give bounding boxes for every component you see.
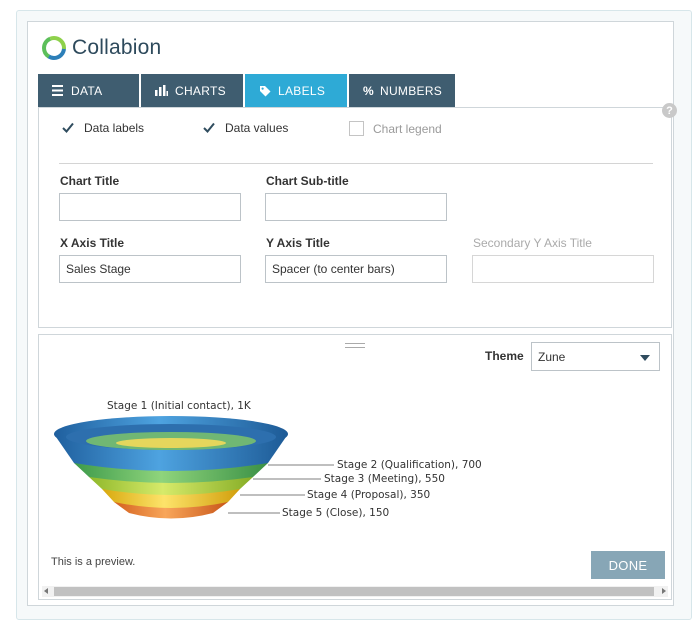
y-axis-title-label: Y Axis Title	[266, 236, 330, 250]
done-button[interactable]: DONE	[591, 551, 665, 579]
bar-chart-icon	[155, 85, 168, 96]
editor-tabs: DATA CHARTS LABELS % NUMBERS	[38, 74, 457, 107]
labels-settings-panel: ? Data labels Data values Chart legend C…	[38, 103, 677, 328]
chart-legend-label: Chart legend	[373, 121, 442, 136]
data-values-label: Data values	[225, 121, 289, 135]
checkmark-icon	[62, 122, 74, 133]
chevron-down-icon	[640, 355, 650, 361]
chart-title-input[interactable]	[59, 193, 241, 221]
collabion-logo: Collabion	[42, 34, 161, 62]
chart-legend-checkbox[interactable]: Chart legend	[349, 121, 442, 136]
chart-subtitle-input[interactable]	[265, 193, 447, 221]
tab-charts[interactable]: CHARTS	[141, 74, 243, 107]
scroll-left-icon[interactable]	[44, 588, 48, 594]
funnel-label-stage-4: Stage 4 (Proposal), 350	[307, 489, 430, 501]
funnel-label-stage-3: Stage 3 (Meeting), 550	[324, 473, 445, 485]
funnel-chart-preview: Stage 1 (Initial contact), 1K Stage 2 (Q…	[54, 400, 482, 519]
tab-labels-label: LABELS	[278, 83, 326, 98]
app-name: Collabion	[72, 36, 162, 59]
data-labels-label: Data labels	[84, 121, 145, 135]
theme-label: Theme	[485, 349, 524, 363]
secondary-y-axis-title-label: Secondary Y Axis Title	[473, 236, 592, 250]
preview-note: This is a preview.	[51, 556, 136, 568]
divider	[59, 163, 653, 164]
tab-data-label: DATA	[71, 83, 103, 98]
x-axis-title-input[interactable]	[59, 255, 241, 283]
scroll-right-icon[interactable]	[662, 588, 666, 594]
theme-value: Zune	[538, 349, 566, 364]
funnel-label-stage-1: Stage 1 (Initial contact), 1K	[107, 400, 252, 412]
collabion-logo-icon	[42, 36, 66, 60]
checkbox-empty-icon	[349, 121, 364, 136]
secondary-y-axis-title-input[interactable]	[472, 255, 654, 283]
x-axis-title-label: X Axis Title	[60, 236, 125, 250]
resize-grip-icon[interactable]	[345, 343, 365, 348]
funnel-inner-yellow	[116, 438, 226, 448]
percent-icon: %	[363, 83, 374, 98]
help-icon[interactable]: ?	[662, 103, 677, 118]
funnel-label-stage-2: Stage 2 (Qualification), 700	[337, 459, 482, 471]
funnel-label-stage-5: Stage 5 (Close), 150	[282, 507, 389, 519]
y-axis-title-input[interactable]	[265, 255, 447, 283]
tab-numbers-label: NUMBERS	[379, 83, 443, 98]
menu-icon	[52, 85, 63, 96]
checkmark-icon	[203, 122, 215, 133]
chart-editor-dialog: Collabion DATA CHARTS LABELS % NUMBERS ?	[27, 21, 677, 606]
chart-title-label: Chart Title	[60, 174, 120, 188]
data-values-checkbox[interactable]: Data values	[202, 121, 288, 135]
tab-charts-label: CHARTS	[175, 83, 226, 98]
horizontal-scrollbar[interactable]	[42, 586, 668, 597]
chart-subtitle-label: Chart Sub-title	[266, 174, 349, 188]
tag-icon	[260, 85, 271, 96]
chart-preview-panel: Theme Zune Stage 1 (Initial contact), 1K…	[38, 334, 672, 600]
tab-numbers[interactable]: % NUMBERS	[349, 74, 455, 107]
theme-select[interactable]: Zune	[531, 342, 660, 371]
tab-data[interactable]: DATA	[38, 74, 139, 107]
tab-labels[interactable]: LABELS	[245, 74, 347, 107]
scrollbar-thumb[interactable]	[54, 587, 654, 596]
data-labels-checkbox[interactable]: Data labels	[61, 121, 144, 135]
